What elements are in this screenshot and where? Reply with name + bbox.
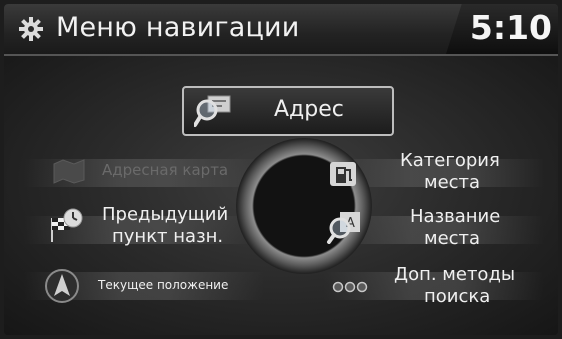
place-category-button[interactable]: Категория места: [326, 148, 546, 198]
navigation-menu-screen: Меню навигации 5:10 Адрес Адресная карта…: [4, 4, 558, 335]
clock: 5:10: [469, 8, 552, 47]
address-map-button[interactable]: Адресная карта: [44, 156, 264, 188]
gear-icon: [19, 17, 43, 41]
magnifier-letter-icon: A: [327, 212, 360, 244]
compass-arrow-icon: [45, 269, 79, 303]
place-category-label-line2: места: [424, 172, 481, 193]
flag-clock-icon: [51, 208, 83, 242]
more-search-methods-button[interactable]: Доп. методы поиска: [326, 262, 546, 312]
previous-destination-button[interactable]: Предыдущий пункт назн.: [44, 204, 264, 254]
address-map-label: Адресная карта: [102, 161, 229, 179]
menu-area: Адрес Адресная карта Предыдущий пункт на…: [4, 56, 558, 335]
previous-destination-label-line2: пункт назн.: [112, 226, 224, 247]
previous-destination-label-line1: Предыдущий: [102, 204, 229, 225]
magnifier-card-icon: [194, 95, 231, 127]
address-button[interactable]: Адрес: [182, 86, 394, 136]
place-name-button[interactable]: A Название места: [326, 204, 546, 254]
page-title: Меню навигации: [56, 12, 300, 43]
fuel-pump-icon: [330, 162, 356, 186]
more-search-methods-label-line1: Доп. методы: [394, 264, 516, 285]
header-bar: Меню навигации 5:10: [4, 4, 558, 56]
current-position-button[interactable]: Текущее положение: [44, 268, 264, 304]
current-position-label: Текущее положение: [98, 278, 229, 292]
map-icon: [53, 159, 85, 184]
place-category-label-line1: Категория: [400, 150, 500, 171]
more-search-methods-label-line2: поиска: [424, 286, 491, 307]
place-name-label-line1: Название: [410, 206, 501, 227]
place-name-label-line2: места: [424, 228, 481, 249]
address-label: Адрес: [274, 97, 344, 122]
three-dots-icon: [332, 281, 368, 293]
